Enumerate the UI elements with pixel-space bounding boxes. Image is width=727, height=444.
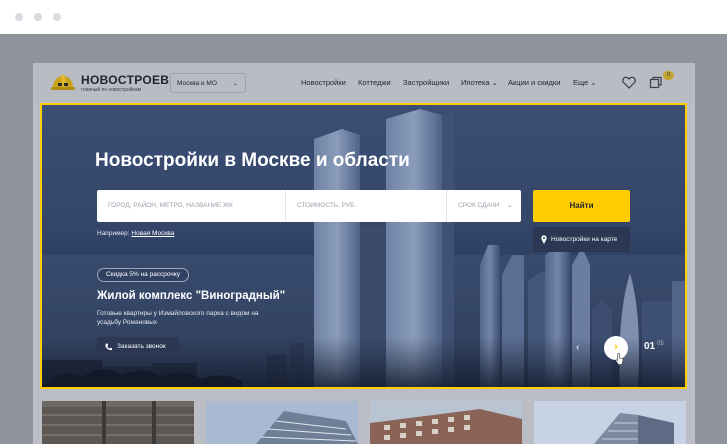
page-viewport: НОВОСТРОЕВ главный по новостройкам Москв…	[0, 34, 727, 444]
listing-card[interactable]	[534, 401, 686, 444]
complex-title: Жилой комплекс "Виноградный"	[97, 290, 286, 302]
compare-icon[interactable]	[649, 76, 663, 89]
search-bar: ГОРОД, РАЙОН, МЕТРО, НАЗВАНИЕ ЖК СТОИМОС…	[97, 190, 521, 222]
call-request-button[interactable]: Заказать звонок	[97, 337, 179, 357]
discount-badge: Скидка 5% на рассрочку	[97, 268, 189, 282]
search-deadline-select[interactable]: СРОК СДАЧИ ⌄	[447, 190, 521, 222]
compare-count-badge: 0	[663, 71, 674, 80]
chevron-down-icon: ⌄	[232, 81, 238, 87]
find-button[interactable]: Найти	[533, 190, 630, 222]
logo-tagline: главный по новостройкам	[81, 87, 142, 93]
listing-card[interactable]	[370, 401, 522, 444]
nav-item-more[interactable]: Еще ⌄	[573, 78, 597, 87]
search-location-input[interactable]: ГОРОД, РАЙОН, МЕТРО, НАЗВАНИЕ ЖК	[97, 190, 285, 222]
map-button-label: Новостройки на карте	[551, 236, 618, 243]
listing-card-image	[42, 401, 194, 444]
browser-chrome	[0, 0, 727, 34]
nav-item-cottages[interactable]: Коттеджи	[358, 78, 391, 87]
listing-card-image	[534, 401, 686, 444]
chevron-left-icon[interactable]: ‹	[576, 342, 579, 353]
example-link[interactable]: Новая Москва	[131, 230, 174, 237]
helmet-icon[interactable]	[51, 73, 75, 93]
region-select[interactable]: Москва и МО ⌄	[170, 73, 246, 93]
listing-card-image	[370, 401, 522, 444]
logo-title[interactable]: НОВОСТРОЕВ	[81, 73, 169, 87]
listing-card-image	[206, 401, 358, 444]
site-header: НОВОСТРОЕВ главный по новостройкам Москв…	[33, 63, 695, 103]
slide-counter-total: 05	[657, 341, 664, 347]
window-dot-minimize[interactable]	[34, 13, 42, 21]
slide-counter-current: 01	[644, 341, 656, 352]
search-example: Например: Новая Москва	[97, 230, 175, 237]
search-price-input[interactable]: СТОИМОСТЬ, РУБ.	[286, 190, 446, 222]
hero-banner: Новостройки в Москве и области ГОРОД, РА…	[40, 103, 687, 389]
chevron-down-icon: ⌄	[491, 78, 498, 87]
heart-icon[interactable]	[622, 76, 636, 89]
chevron-down-icon: ⌄	[590, 78, 597, 87]
nav-item-mortgage[interactable]: Ипотека ⌄	[461, 78, 498, 87]
phone-icon	[105, 343, 112, 351]
region-value: Москва и МО	[177, 80, 217, 87]
complex-description: Готовые квартиры у Измайловского парка с…	[97, 310, 259, 326]
window-dot-close[interactable]	[15, 13, 23, 21]
listing-card[interactable]	[42, 401, 194, 444]
window-dot-maximize[interactable]	[53, 13, 61, 21]
call-button-label: Заказать звонок	[117, 343, 166, 350]
mouse-cursor-icon	[615, 353, 624, 365]
map-pin-icon	[541, 235, 547, 244]
nav-item-novostroyki[interactable]: Новостройки	[301, 78, 346, 87]
website: НОВОСТРОЕВ главный по новостройкам Москв…	[33, 63, 695, 444]
listing-card[interactable]	[206, 401, 358, 444]
chevron-down-icon: ⌄	[506, 203, 512, 209]
nav-item-developers[interactable]: Застройщики	[403, 78, 449, 87]
map-button[interactable]: Новостройки на карте	[533, 227, 630, 252]
nav-item-offers[interactable]: Акции и скидки	[508, 78, 560, 87]
hero-title: Новостройки в Москве и области	[95, 150, 410, 171]
